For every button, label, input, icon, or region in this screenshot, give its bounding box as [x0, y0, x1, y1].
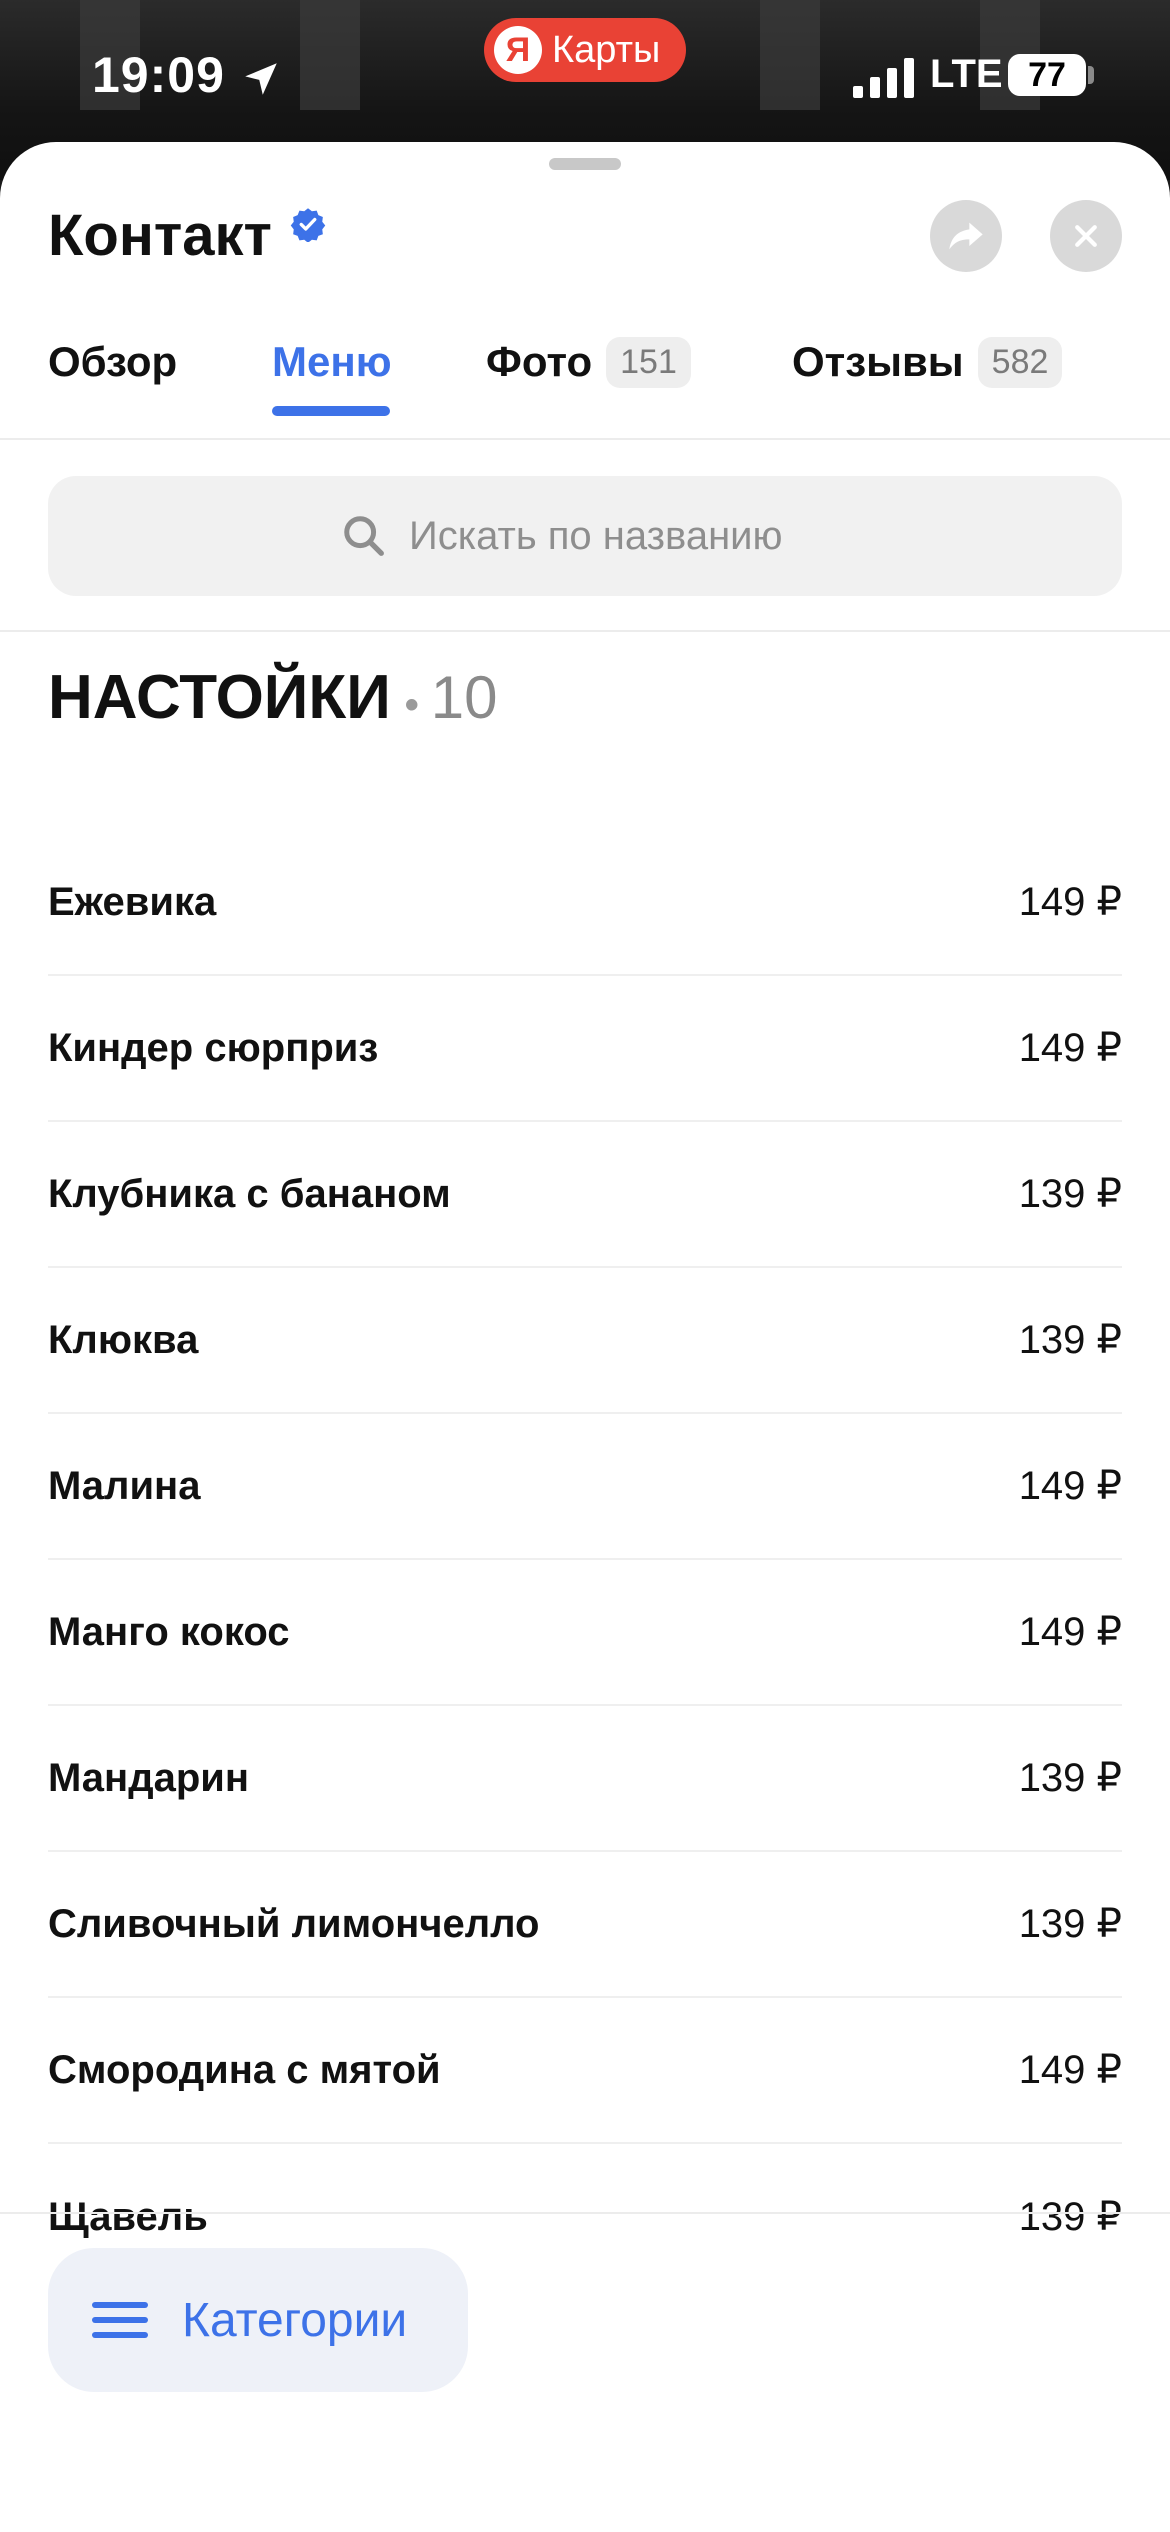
status-bar: 19:09 Я Карты LTE 77 [0, 0, 1170, 150]
active-tab-indicator [272, 406, 390, 416]
section-title: НАСТОЙКИ [48, 663, 391, 732]
network-type: LTE [930, 52, 1003, 96]
yandex-logo: Я [494, 26, 542, 74]
menu-item-name: Манго кокос [48, 1609, 290, 1654]
tab-label: Меню [272, 338, 392, 385]
menu-item[interactable]: Киндер сюрприз 149 ₽ [48, 976, 1122, 1122]
menu-item-price: 149 ₽ [1018, 1610, 1122, 1654]
menu-item-name: Сливочный лимончелло [48, 1901, 540, 1946]
search-input[interactable] [409, 513, 829, 559]
battery-tip [1088, 66, 1094, 84]
menu-item-price: 149 ₽ [1018, 1464, 1122, 1508]
place-sheet: Контакт Обзор Меню Фото 151 Отзывы 582 И… [0, 142, 1170, 2532]
categories-label: Категории [182, 2293, 408, 2347]
menu-burger-icon [92, 2302, 148, 2338]
back-to-app-pill[interactable]: Я Карты [484, 18, 686, 82]
menu-item[interactable]: Мандарин 139 ₽ [48, 1706, 1122, 1852]
close-button[interactable] [1050, 200, 1122, 272]
divider [0, 630, 1170, 632]
menu-item-name: Малина [48, 1463, 201, 1508]
section-header: НАСТОЙКИ • 10 [48, 662, 498, 733]
tab-photos[interactable]: Фото 151 [486, 322, 691, 402]
menu-item[interactable]: Сливочный лимончелло 139 ₽ [48, 1852, 1122, 1998]
menu-item-name: Клубника с бананом [48, 1171, 451, 1216]
battery-level: 77 [1028, 55, 1066, 94]
location-arrow-icon [245, 63, 277, 95]
menu-item-name: Щавель [48, 2194, 208, 2239]
menu-item-price: 139 ₽ [1018, 1172, 1122, 1216]
share-icon [949, 222, 983, 250]
tab-label: Фото [486, 338, 593, 385]
signal-icon [853, 58, 914, 98]
section-separator: • [404, 683, 419, 727]
menu-item-name: Смородина с мятой [48, 2047, 441, 2092]
menu-item-price: 149 ₽ [1018, 1026, 1122, 1070]
menu-item-price: 149 ₽ [1018, 2048, 1122, 2092]
tab-count-badge: 582 [977, 336, 1063, 388]
verified-icon [290, 208, 326, 242]
menu-list: Ежевика 149 ₽ Киндер сюрприз 149 ₽ Клубн… [48, 830, 1122, 2290]
categories-button[interactable]: Категории [48, 2248, 468, 2392]
battery-icon: 77 [1008, 54, 1086, 96]
menu-item-name: Киндер сюрприз [48, 1025, 379, 1070]
menu-item[interactable]: Клубника с бананом 139 ₽ [48, 1122, 1122, 1268]
menu-item-price: 149 ₽ [1018, 880, 1122, 924]
search-icon [344, 516, 384, 556]
menu-item-name: Клюква [48, 1317, 199, 1362]
menu-item[interactable]: Клюква 139 ₽ [48, 1268, 1122, 1414]
menu-item-name: Мандарин [48, 1755, 250, 1800]
menu-item[interactable]: Манго кокос 149 ₽ [48, 1560, 1122, 1706]
menu-item-price: 139 ₽ [1018, 1318, 1122, 1362]
divider [0, 438, 1170, 440]
status-time: 19:09 [92, 47, 225, 103]
app-name: Карты [552, 28, 661, 71]
divider [0, 2212, 1170, 2214]
menu-item-price: 139 ₽ [1018, 1902, 1122, 1946]
search-field[interactable] [48, 476, 1122, 596]
tab-menu[interactable]: Меню [272, 322, 392, 402]
section-count: 10 [430, 664, 498, 731]
menu-item-name: Ежевика [48, 879, 217, 924]
tab-overview[interactable]: Обзор [48, 322, 177, 402]
menu-item-price: 139 ₽ [1018, 2195, 1122, 2239]
tab-label: Обзор [48, 338, 178, 385]
menu-item[interactable]: Малина 149 ₽ [48, 1414, 1122, 1560]
menu-item-price: 139 ₽ [1018, 1756, 1122, 1800]
share-button[interactable] [930, 200, 1002, 272]
menu-item[interactable]: Смородина с мятой 149 ₽ [48, 1998, 1122, 2144]
tab-bar: Обзор Меню Фото 151 Отзывы 582 [0, 322, 1170, 432]
menu-item[interactable]: Ежевика 149 ₽ [48, 830, 1122, 976]
tab-label: Отзывы [792, 338, 964, 385]
tab-reviews[interactable]: Отзывы 582 [792, 322, 1063, 402]
sheet-grabber[interactable] [549, 158, 621, 170]
tab-count-badge: 151 [606, 336, 691, 388]
close-icon [1075, 225, 1097, 247]
place-title: Контакт [48, 203, 272, 268]
